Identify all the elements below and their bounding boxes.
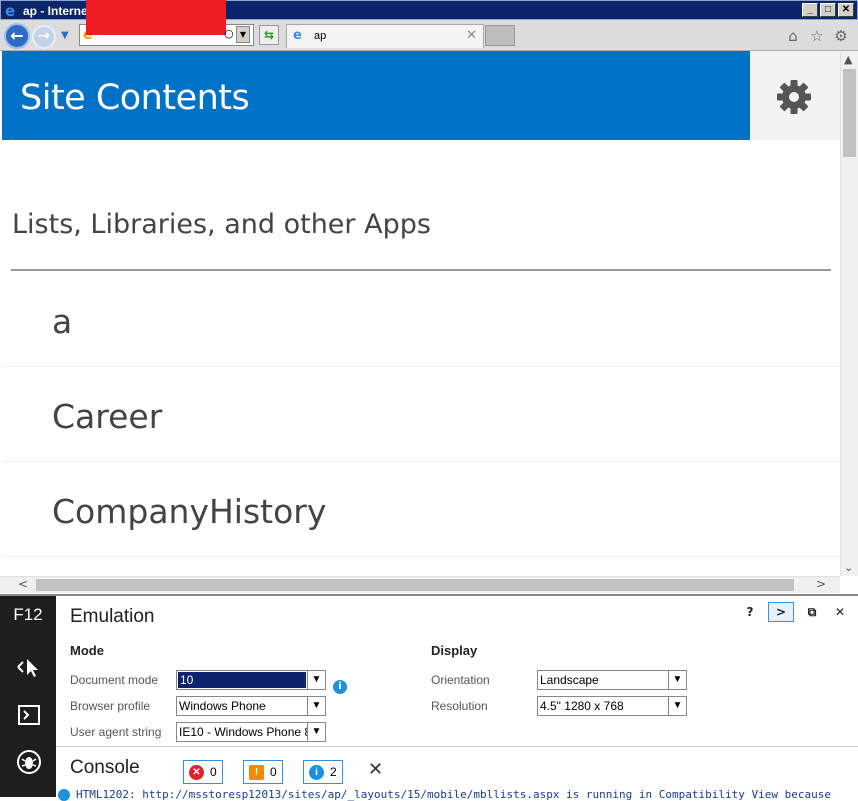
forward-button[interactable]: →: [32, 25, 56, 49]
browser-tab[interactable]: e ap ✕: [286, 24, 484, 48]
redacted-url: [86, 0, 226, 35]
user-agent-select[interactable]: IE10 - Windows Phone 8 ▼: [176, 722, 326, 742]
list-item-label: a: [52, 302, 73, 341]
section-title: Lists, Libraries, and other Apps: [12, 209, 431, 240]
tab-close-icon[interactable]: ✕: [466, 28, 477, 43]
new-tab-button[interactable]: [485, 25, 515, 46]
console-toggle-icon[interactable]: >: [768, 602, 794, 622]
tab-title: ap: [314, 30, 327, 42]
emulation-title: Emulation: [70, 606, 155, 627]
chevron-down-icon: ▼: [668, 671, 686, 689]
address-dropdown-button[interactable]: ▼: [236, 26, 250, 43]
mode-heading: Mode: [70, 643, 104, 658]
list-item[interactable]: CompanyHistory: [2, 462, 840, 557]
minimize-button[interactable]: _: [802, 3, 818, 17]
chevron-down-icon: ▼: [668, 697, 686, 715]
developer-tools-panel: F12 Emulation ? > ⧉ ✕ Mode Document mode…: [0, 594, 858, 801]
close-devtools-icon[interactable]: ✕: [830, 605, 850, 619]
error-filter-button[interactable]: ✕ 0: [183, 760, 223, 784]
favorites-icon[interactable]: ☆: [808, 27, 826, 45]
info-count: 2: [330, 765, 337, 779]
list-item-label: CompanyHistory: [52, 492, 327, 531]
browser-profile-select[interactable]: Windows Phone ▼: [176, 696, 326, 716]
display-heading: Display: [431, 643, 478, 658]
resolution-value: 4.5" 1280 x 768: [540, 699, 624, 713]
help-icon[interactable]: ?: [740, 605, 760, 619]
document-mode-value: 10: [178, 672, 306, 688]
info-icon[interactable]: i: [333, 680, 347, 694]
console-tool-icon[interactable]: [14, 701, 44, 731]
history-dropdown-icon[interactable]: ▼: [61, 30, 69, 41]
refresh-button[interactable]: ⇆: [259, 25, 279, 45]
console-bar: Console ✕ 0 ! 0 i 2 ✕ HTML1202: http://m…: [56, 746, 858, 801]
warning-filter-button[interactable]: ! 0: [243, 760, 283, 784]
chevron-down-icon: ▼: [307, 697, 325, 715]
tab-favicon-icon: e: [293, 28, 302, 43]
maximize-button[interactable]: □: [820, 3, 836, 17]
info-message-icon: [58, 789, 70, 801]
user-agent-label: User agent string: [70, 725, 162, 739]
devtools-tool-rail: F12: [0, 596, 56, 797]
undock-icon[interactable]: ⧉: [802, 605, 822, 620]
debugger-bug-icon[interactable]: [14, 748, 44, 778]
chevron-down-icon: ▼: [307, 671, 325, 689]
list-item-label: Career: [52, 397, 163, 436]
browser-profile-label: Browser profile: [70, 699, 151, 713]
list-item[interactable]: a: [2, 272, 840, 367]
page-viewport: Site Contents Lists, Libraries, and othe…: [2, 51, 840, 576]
back-button[interactable]: ←: [4, 23, 30, 49]
document-mode-label: Document mode: [70, 673, 159, 687]
home-icon[interactable]: ⌂: [784, 27, 802, 45]
internet-explorer-icon: e: [5, 2, 16, 20]
list-item[interactable]: Career: [2, 367, 840, 462]
scroll-up-icon[interactable]: ▲: [844, 53, 852, 66]
error-count: 0: [210, 765, 217, 779]
error-icon: ✕: [189, 764, 204, 780]
tools-gear-icon[interactable]: ⚙: [832, 27, 850, 45]
page-title: Site Contents: [20, 78, 250, 118]
dom-explorer-icon[interactable]: [14, 653, 44, 683]
close-window-button[interactable]: ✕: [838, 3, 854, 17]
vertical-scroll-thumb[interactable]: [843, 69, 856, 157]
f12-label: F12: [13, 605, 43, 624]
orientation-select[interactable]: Landscape ▼: [537, 670, 687, 690]
warning-icon: !: [249, 764, 264, 780]
vertical-scrollbar[interactable]: ▲ ⌄: [840, 51, 858, 576]
console-title: Console: [70, 757, 140, 778]
browser-profile-value: Windows Phone: [179, 699, 266, 713]
resolution-label: Resolution: [431, 699, 488, 713]
scroll-right-icon[interactable]: >: [816, 577, 826, 591]
user-agent-value: IE10 - Windows Phone 8: [179, 725, 307, 739]
warning-count: 0: [270, 765, 277, 779]
document-mode-select[interactable]: 10 ▼: [176, 670, 326, 690]
info-filter-button[interactable]: i 2: [303, 760, 343, 784]
site-header: Site Contents: [2, 51, 750, 140]
info-message-icon: i: [309, 764, 324, 780]
scroll-left-icon[interactable]: <: [18, 577, 28, 591]
horizontal-scrollbar[interactable]: < >: [0, 576, 840, 593]
gear-icon: [777, 80, 811, 114]
orientation-value: Landscape: [540, 673, 599, 687]
settings-button[interactable]: [750, 51, 840, 140]
clear-console-icon[interactable]: ✕: [368, 759, 383, 780]
chevron-down-icon: ▼: [307, 723, 325, 741]
scroll-down-icon[interactable]: ⌄: [844, 561, 853, 574]
section-divider: [11, 269, 831, 271]
horizontal-scroll-thumb[interactable]: [36, 579, 794, 591]
orientation-label: Orientation: [431, 673, 490, 687]
search-address-icon[interactable]: ○: [224, 27, 234, 40]
resolution-select[interactable]: 4.5" 1280 x 768 ▼: [537, 696, 687, 716]
